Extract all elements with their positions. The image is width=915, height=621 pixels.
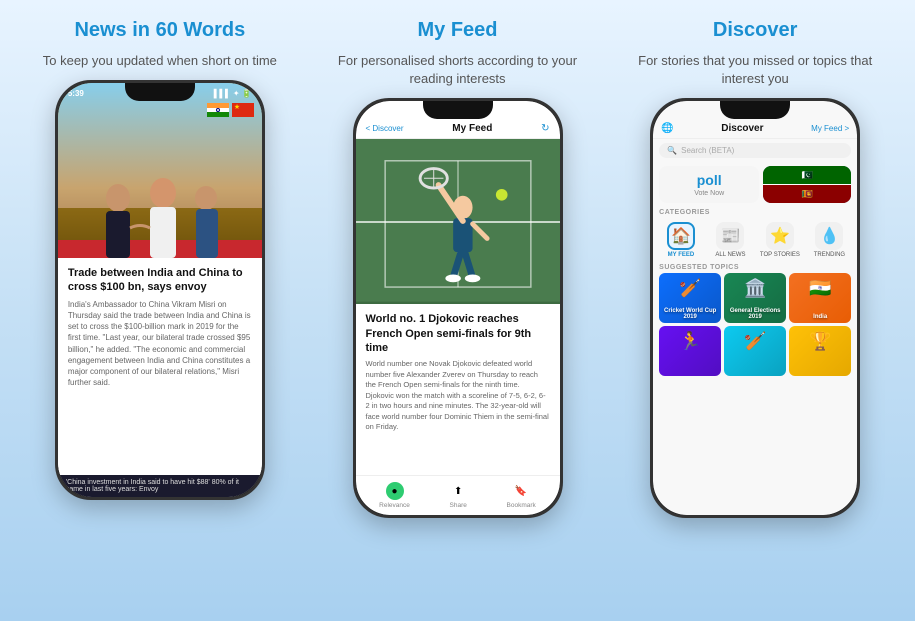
- topic-grid: 🏏 Cricket World Cup 2019 🏛️ General Elec…: [653, 273, 857, 380]
- cricket2-emoji: 🏏: [744, 331, 766, 352]
- pakistan-flag: 🇵🇰: [763, 166, 851, 184]
- tennis-player-svg: [356, 139, 560, 304]
- bookmark-label: Bookmark: [507, 502, 536, 509]
- phone-2-content: World no. 1 Djokovic reaches French Open…: [356, 304, 560, 475]
- suggested-topics-label: SUGGESTED TOPICS: [653, 262, 857, 273]
- topic-india[interactable]: 🇮🇳 India: [789, 273, 851, 323]
- india-emoji: 🇮🇳: [809, 278, 831, 299]
- phone-1-footer-text: 'China investment in India said to have …: [66, 479, 254, 493]
- all-news-icon: 📰: [716, 222, 744, 250]
- cricket-emoji: 🏏: [679, 278, 701, 299]
- tab-relevance[interactable]: ● Relevance: [379, 482, 410, 509]
- feature-my-feed: My Feed For personalised shorts accordin…: [318, 18, 598, 518]
- topic-cricket-2[interactable]: 🏏: [724, 326, 786, 376]
- topic-cricket-label: Cricket World Cup 2019: [662, 308, 718, 320]
- phone-1-body: India's Ambassador to China Vikram Misri…: [68, 299, 252, 389]
- flags-card: 🇵🇰 🇱🇰: [763, 166, 851, 203]
- poll-sublabel: Vote Now: [694, 190, 724, 197]
- relevance-label: Relevance: [379, 502, 410, 509]
- phone-1-footer: 'China investment in India said to have …: [58, 475, 262, 497]
- feature-1-desc: To keep you updated when short on time: [43, 52, 277, 70]
- cat-trending[interactable]: 💧 TRENDING: [808, 222, 852, 258]
- share-icon: ⬆: [449, 482, 467, 500]
- search-bar[interactable]: 🔍 Search (BETA): [659, 143, 851, 158]
- phone-3: 🌐 Discover My Feed > 🔍 Search (BETA) pol…: [650, 98, 860, 518]
- search-placeholder: Search (BETA): [681, 146, 734, 155]
- my-feed-icon: 🏠: [667, 222, 695, 250]
- feature-2-desc: For personalised shorts according to you…: [318, 52, 598, 88]
- phone-2-refresh-icon[interactable]: ↻: [541, 123, 549, 134]
- sport2-emoji: 🏃: [679, 331, 701, 352]
- phone-2-screen: < Discover My Feed ↻: [356, 101, 560, 515]
- phone-3-nav-title: Discover: [721, 123, 763, 134]
- phone-2-hero-image: [356, 139, 560, 304]
- cat-all-news[interactable]: 📰 ALL NEWS: [709, 222, 753, 258]
- trophy-emoji: 🏆: [809, 331, 831, 352]
- feature-discover: Discover For stories that you missed or …: [615, 18, 895, 518]
- feature-1-title: News in 60 Words: [74, 18, 245, 42]
- trending-icon: 💧: [815, 222, 843, 250]
- phone-2-notch: [423, 101, 493, 119]
- people-svg: [58, 83, 262, 258]
- srilanka-flag: 🇱🇰: [763, 185, 851, 203]
- phone-1-time: 5:39: [68, 89, 84, 98]
- phone-1-hero-image: 5:39 ▌▌▌ ✦ 🔋 ★: [58, 83, 262, 258]
- globe-icon[interactable]: 🌐: [661, 123, 673, 134]
- cat-all-news-label: ALL NEWS: [715, 252, 745, 258]
- categories-section-label: CATEGORIES: [653, 207, 857, 218]
- phone-3-notch: [720, 101, 790, 119]
- cat-top-stories-label: TOP STORIES: [760, 252, 800, 258]
- bookmark-icon: 🔖: [512, 482, 530, 500]
- cat-trending-label: TRENDING: [814, 252, 845, 258]
- phone-2-body: World number one Novak Djokovic defeated…: [366, 359, 550, 433]
- relevance-icon: ●: [386, 482, 404, 500]
- feature-2-title: My Feed: [417, 18, 497, 42]
- phone-1-signal: ▌▌▌ ✦ 🔋: [214, 89, 252, 98]
- phone-1-screen: 5:39 ▌▌▌ ✦ 🔋 ★: [58, 83, 262, 497]
- top-stories-icon: ⭐: [766, 222, 794, 250]
- feature-news-60-words: News in 60 Words To keep you updated whe…: [20, 18, 300, 500]
- feature-3-desc: For stories that you missed or topics th…: [615, 52, 895, 88]
- topic-election-label: General Elections 2019: [727, 308, 783, 320]
- phone-2-back[interactable]: < Discover: [366, 124, 404, 133]
- tab-share[interactable]: ⬆ Share: [449, 482, 467, 509]
- cat-my-feed-label: MY FEED: [668, 252, 695, 258]
- app-container: News in 60 Words To keep you updated whe…: [0, 0, 915, 621]
- poll-label: poll: [697, 172, 722, 188]
- cat-top-stories[interactable]: ⭐ TOP STORIES: [758, 222, 802, 258]
- phone-2-footer: ● Relevance ⬆ Share 🔖 Bookmark: [356, 475, 560, 515]
- search-icon: 🔍: [667, 146, 677, 155]
- cat-my-feed[interactable]: 🏠 MY FEED: [659, 222, 703, 258]
- phone-1: 5:39 ▌▌▌ ✦ 🔋 ★: [55, 80, 265, 500]
- phone-2: < Discover My Feed ↻: [353, 98, 563, 518]
- topic-trophy[interactable]: 🏆: [789, 326, 851, 376]
- tennis-court: [356, 139, 560, 304]
- share-label: Share: [450, 502, 467, 509]
- topic-sport-2[interactable]: 🏃: [659, 326, 721, 376]
- topic-cricket-world-cup[interactable]: 🏏 Cricket World Cup 2019: [659, 273, 721, 323]
- phone-2-headline: World no. 1 Djokovic reaches French Open…: [366, 312, 550, 355]
- phone-3-myfeed-link[interactable]: My Feed >: [811, 124, 849, 133]
- categories-row: 🏠 MY FEED 📰 ALL NEWS ⭐ TOP STORIES 💧 TRE…: [653, 218, 857, 262]
- topic-india-label: India: [792, 314, 848, 320]
- phone-3-screen: 🌐 Discover My Feed > 🔍 Search (BETA) pol…: [653, 101, 857, 515]
- tab-bookmark[interactable]: 🔖 Bookmark: [507, 482, 536, 509]
- phone-1-content: Trade between India and China to cross $…: [58, 258, 262, 475]
- phone-2-nav-title: My Feed: [452, 123, 492, 134]
- feature-3-title: Discover: [713, 18, 798, 42]
- topic-general-elections[interactable]: 🏛️ General Elections 2019: [724, 273, 786, 323]
- leaders-scene: 5:39 ▌▌▌ ✦ 🔋 ★: [58, 83, 262, 258]
- phone-1-headline: Trade between India and China to cross $…: [68, 266, 252, 295]
- poll-row: poll Vote Now 🇵🇰 🇱🇰: [653, 162, 857, 207]
- election-emoji: 🏛️: [744, 278, 766, 299]
- poll-card[interactable]: poll Vote Now: [659, 166, 759, 203]
